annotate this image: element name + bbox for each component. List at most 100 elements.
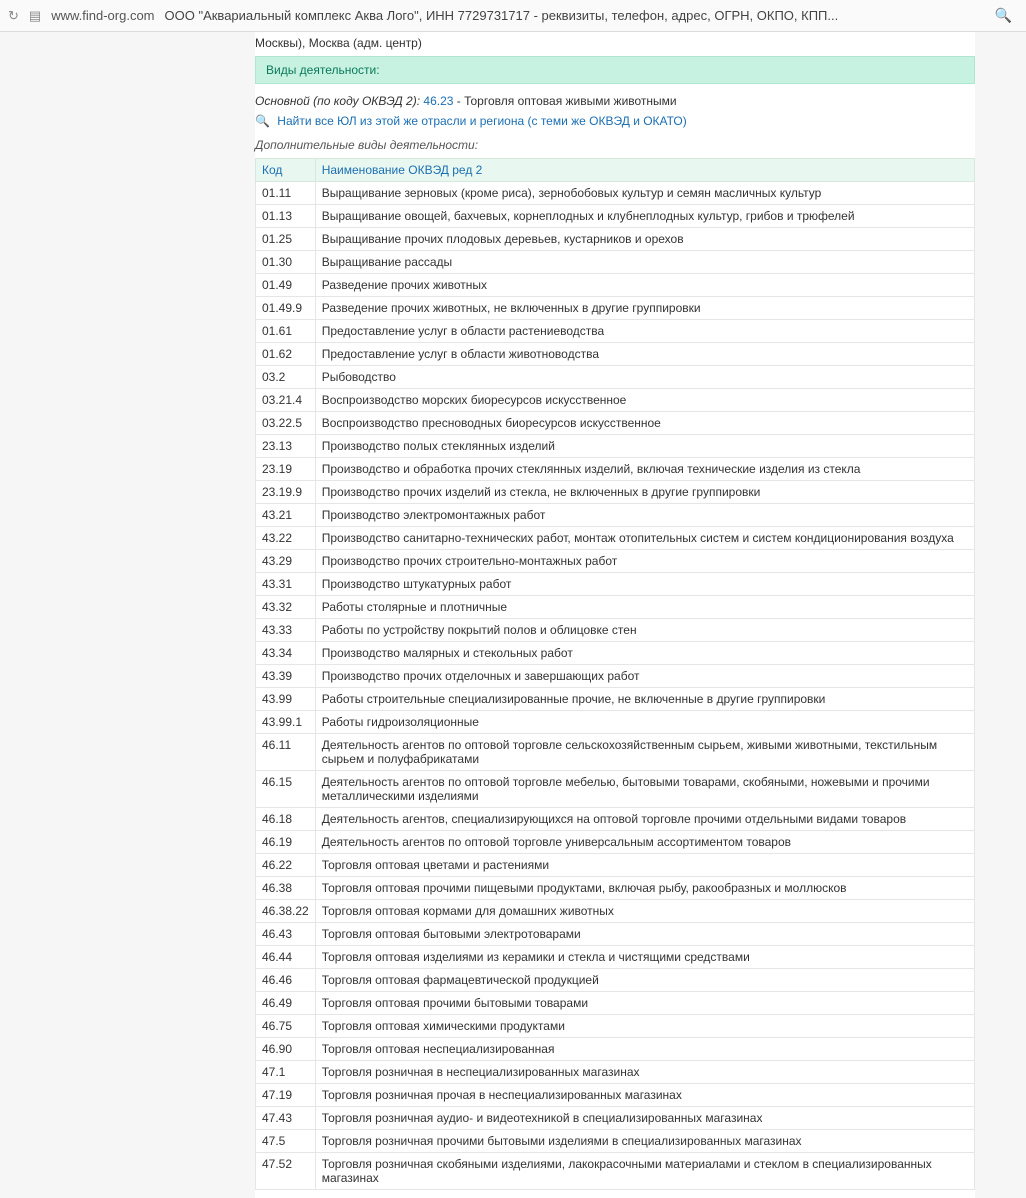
search-icon[interactable]: 🔍 xyxy=(995,7,1018,24)
cell-name: Деятельность агентов по оптовой торговле… xyxy=(315,831,974,854)
table-row: 46.49Торговля оптовая прочими бытовыми т… xyxy=(256,992,975,1015)
cell-code: 46.38 xyxy=(256,877,316,900)
cell-code: 46.38.22 xyxy=(256,900,316,923)
cell-code: 01.25 xyxy=(256,228,316,251)
find-same-link[interactable]: Найти все ЮЛ из этой же отрасли и регион… xyxy=(277,114,686,128)
table-row: 43.34Производство малярных и стекольных … xyxy=(256,642,975,665)
table-row: 47.1Торговля розничная в неспециализиров… xyxy=(256,1061,975,1084)
cell-name: Торговля оптовая кормами для домашних жи… xyxy=(315,900,974,923)
table-row: 23.19Производство и обработка прочих сте… xyxy=(256,458,975,481)
cell-name: Деятельность агентов, специализирующихся… xyxy=(315,808,974,831)
cell-code: 43.22 xyxy=(256,527,316,550)
cell-name: Торговля оптовая цветами и растениями xyxy=(315,854,974,877)
table-row: 46.44Торговля оптовая изделиями из керам… xyxy=(256,946,975,969)
cell-code: 01.13 xyxy=(256,205,316,228)
cell-code: 23.19.9 xyxy=(256,481,316,504)
th-name[interactable]: Наименование ОКВЭД ред 2 xyxy=(315,159,974,182)
table-row: 46.15Деятельность агентов по оптовой тор… xyxy=(256,771,975,808)
cell-name: Торговля розничная в неспециализированны… xyxy=(315,1061,974,1084)
table-row: 01.11Выращивание зерновых (кроме риса), … xyxy=(256,182,975,205)
table-row: 46.75Торговля оптовая химическими продук… xyxy=(256,1015,975,1038)
th-code[interactable]: Код xyxy=(256,159,316,182)
table-row: 03.22.5Воспроизводство пресноводных биор… xyxy=(256,412,975,435)
table-row: 43.99Работы строительные специализирован… xyxy=(256,688,975,711)
cell-name: Разведение прочих животных, не включенны… xyxy=(315,297,974,320)
cell-name: Торговля оптовая неспециализированная xyxy=(315,1038,974,1061)
reader-icon[interactable]: ▤ xyxy=(29,8,41,24)
table-row: 47.19Торговля розничная прочая в неспеци… xyxy=(256,1084,975,1107)
cell-code: 47.19 xyxy=(256,1084,316,1107)
reload-icon[interactable]: ↻ xyxy=(8,8,19,24)
table-row: 03.2Рыбоводство xyxy=(256,366,975,389)
cell-code: 43.32 xyxy=(256,596,316,619)
cell-code: 47.43 xyxy=(256,1107,316,1130)
cell-code: 46.15 xyxy=(256,771,316,808)
table-row: 01.49Разведение прочих животных xyxy=(256,274,975,297)
cell-code: 03.22.5 xyxy=(256,412,316,435)
table-row: 43.33Работы по устройству покрытий полов… xyxy=(256,619,975,642)
table-row: 46.38.22Торговля оптовая кормами для дом… xyxy=(256,900,975,923)
cell-name: Производство электромонтажных работ xyxy=(315,504,974,527)
cell-code: 43.29 xyxy=(256,550,316,573)
cell-code: 46.19 xyxy=(256,831,316,854)
table-row: 43.21Производство электромонтажных работ xyxy=(256,504,975,527)
cell-name: Производство и обработка прочих стеклянн… xyxy=(315,458,974,481)
cell-name: Работы строительные специализированные п… xyxy=(315,688,974,711)
cell-name: Воспроизводство пресноводных биоресурсов… xyxy=(315,412,974,435)
table-row: 46.18Деятельность агентов, специализирую… xyxy=(256,808,975,831)
url-text[interactable]: www.find-org.com xyxy=(51,8,154,23)
cell-code: 47.52 xyxy=(256,1153,316,1190)
table-row: 46.19Деятельность агентов по оптовой тор… xyxy=(256,831,975,854)
cell-name: Предоставление услуг в области животново… xyxy=(315,343,974,366)
main-okved-code[interactable]: 46.23 xyxy=(423,94,453,108)
table-row: 43.22Производство санитарно-технических … xyxy=(256,527,975,550)
cell-code: 01.49.9 xyxy=(256,297,316,320)
cell-code: 47.5 xyxy=(256,1130,316,1153)
cell-code: 43.33 xyxy=(256,619,316,642)
table-row: 46.22Торговля оптовая цветами и растения… xyxy=(256,854,975,877)
table-row: 46.11Деятельность агентов по оптовой тор… xyxy=(256,734,975,771)
cell-name: Торговля оптовая химическими продуктами xyxy=(315,1015,974,1038)
cell-name: Деятельность агентов по оптовой торговле… xyxy=(315,734,974,771)
cell-name: Производство прочих строительно-монтажны… xyxy=(315,550,974,573)
cell-code: 01.62 xyxy=(256,343,316,366)
table-row: 43.32Работы столярные и плотничные xyxy=(256,596,975,619)
cell-code: 43.39 xyxy=(256,665,316,688)
cell-name: Выращивание зерновых (кроме риса), зерно… xyxy=(315,182,974,205)
cell-code: 43.99.1 xyxy=(256,711,316,734)
table-row: 46.90Торговля оптовая неспециализированн… xyxy=(256,1038,975,1061)
table-row: 43.29Производство прочих строительно-мон… xyxy=(256,550,975,573)
table-row: 01.61Предоставление услуг в области раст… xyxy=(256,320,975,343)
table-row: 01.25Выращивание прочих плодовых деревье… xyxy=(256,228,975,251)
cell-code: 43.34 xyxy=(256,642,316,665)
cell-name: Торговля оптовая бытовыми электротоварам… xyxy=(315,923,974,946)
cell-code: 47.1 xyxy=(256,1061,316,1084)
content-column: Москвы), Москва (адм. центр) Виды деятел… xyxy=(255,32,975,1198)
cell-name: Торговля розничная аудио- и видеотехнико… xyxy=(315,1107,974,1130)
section-heading: Виды деятельности: xyxy=(255,56,975,84)
find-same-line: 🔍 Найти все ЮЛ из этой же отрасли и реги… xyxy=(255,114,975,128)
cell-name: Работы столярные и плотничные xyxy=(315,596,974,619)
cell-name: Производство полых стеклянных изделий xyxy=(315,435,974,458)
cell-code: 46.46 xyxy=(256,969,316,992)
cell-name: Производство санитарно-технических работ… xyxy=(315,527,974,550)
main-activity-line: Основной (по коду ОКВЭД 2): 46.23 - Торг… xyxy=(255,94,975,108)
cell-name: Производство прочих изделий из стекла, н… xyxy=(315,481,974,504)
table-row: 23.13Производство полых стеклянных издел… xyxy=(256,435,975,458)
cell-code: 23.13 xyxy=(256,435,316,458)
cell-code: 46.75 xyxy=(256,1015,316,1038)
cell-name: Деятельность агентов по оптовой торговле… xyxy=(315,771,974,808)
cell-code: 46.22 xyxy=(256,854,316,877)
cell-code: 46.11 xyxy=(256,734,316,771)
cell-code: 01.49 xyxy=(256,274,316,297)
cell-name: Производство малярных и стекольных работ xyxy=(315,642,974,665)
cell-code: 43.99 xyxy=(256,688,316,711)
cell-name: Рыбоводство xyxy=(315,366,974,389)
table-row: 01.49.9Разведение прочих животных, не вк… xyxy=(256,297,975,320)
table-row: 23.19.9Производство прочих изделий из ст… xyxy=(256,481,975,504)
cell-name: Выращивание прочих плодовых деревьев, ку… xyxy=(315,228,974,251)
table-row: 43.39Производство прочих отделочных и за… xyxy=(256,665,975,688)
table-row: 46.38Торговля оптовая прочими пищевыми п… xyxy=(256,877,975,900)
table-row: 47.43Торговля розничная аудио- и видеоте… xyxy=(256,1107,975,1130)
cell-name: Торговля оптовая фармацевтической продук… xyxy=(315,969,974,992)
